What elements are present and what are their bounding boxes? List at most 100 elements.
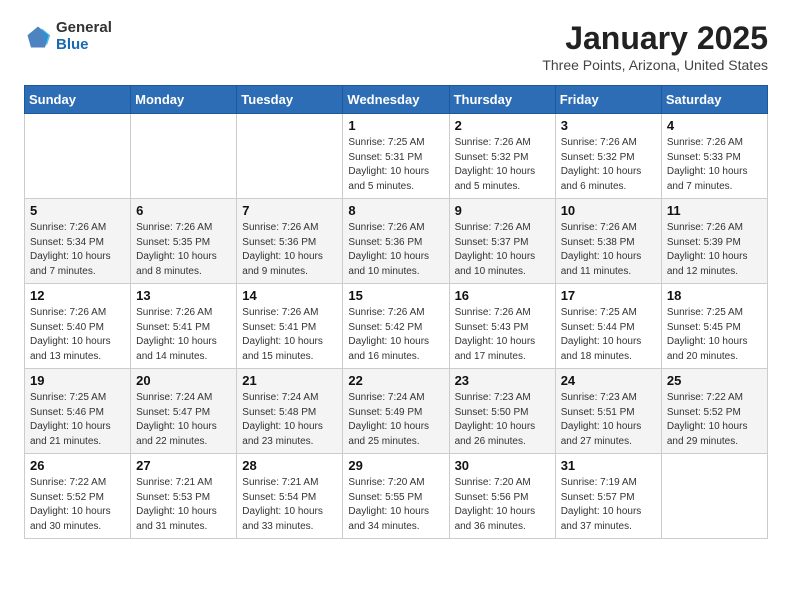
day-info: Sunrise: 7:23 AMSunset: 5:51 PMDaylight:…	[561, 391, 656, 449]
day-info: Sunrise: 7:26 AMSunset: 5:35 PMDaylight:…	[136, 221, 231, 279]
calendar-cell: 16 Sunrise: 7:26 AMSunset: 5:43 PMDayligh…	[449, 284, 555, 369]
day-number: 23	[455, 373, 550, 388]
calendar-cell: 13 Sunrise: 7:26 AMSunset: 5:41 PMDayligh…	[131, 284, 237, 369]
day-info: Sunrise: 7:26 AMSunset: 5:40 PMDaylight:…	[30, 306, 125, 364]
logo-general-text: General	[56, 20, 112, 37]
day-info: Sunrise: 7:20 AMSunset: 5:56 PMDaylight:…	[455, 476, 550, 534]
day-info: Sunrise: 7:26 AMSunset: 5:38 PMDaylight:…	[561, 221, 656, 279]
calendar-week-3: 12 Sunrise: 7:26 AMSunset: 5:40 PMDayligh…	[25, 284, 768, 369]
day-number: 13	[136, 288, 231, 303]
day-info: Sunrise: 7:26 AMSunset: 5:41 PMDaylight:…	[242, 306, 337, 364]
day-number: 2	[455, 118, 550, 133]
day-number: 16	[455, 288, 550, 303]
calendar-cell: 6 Sunrise: 7:26 AMSunset: 5:35 PMDaylight…	[131, 199, 237, 284]
calendar-cell: 19 Sunrise: 7:25 AMSunset: 5:46 PMDayligh…	[25, 369, 131, 454]
calendar-cell: 1 Sunrise: 7:25 AMSunset: 5:31 PMDaylight…	[343, 114, 449, 199]
day-info: Sunrise: 7:24 AMSunset: 5:49 PMDaylight:…	[348, 391, 443, 449]
day-number: 22	[348, 373, 443, 388]
calendar-cell: 8 Sunrise: 7:26 AMSunset: 5:36 PMDaylight…	[343, 199, 449, 284]
calendar-cell: 20Sunrise: 7:24 AMSunset: 5:47 PMDayligh…	[131, 369, 237, 454]
day-number: 27	[136, 458, 231, 473]
day-number: 21	[242, 373, 337, 388]
day-number: 3	[561, 118, 656, 133]
day-number: 26	[30, 458, 125, 473]
day-info: Sunrise: 7:20 AMSunset: 5:55 PMDaylight:…	[348, 476, 443, 534]
day-number: 19	[30, 373, 125, 388]
calendar-cell: 23 Sunrise: 7:23 AMSunset: 5:50 PMDayligh…	[449, 369, 555, 454]
calendar-cell: 29 Sunrise: 7:20 AMSunset: 5:55 PMDayligh…	[343, 454, 449, 539]
weekday-header-thursday: Thursday	[449, 86, 555, 114]
calendar-cell: 14 Sunrise: 7:26 AMSunset: 5:41 PMDayligh…	[237, 284, 343, 369]
day-info: Sunrise: 7:26 AMSunset: 5:43 PMDaylight:…	[455, 306, 550, 364]
calendar-cell: 3 Sunrise: 7:26 AMSunset: 5:32 PMDaylight…	[555, 114, 661, 199]
day-number: 6	[136, 203, 231, 218]
location-label: Three Points, Arizona, United States	[542, 57, 768, 73]
day-number: 1	[348, 118, 443, 133]
calendar-cell: 24 Sunrise: 7:23 AMSunset: 5:51 PMDayligh…	[555, 369, 661, 454]
calendar-cell: 5 Sunrise: 7:26 AMSunset: 5:34 PMDaylight…	[25, 199, 131, 284]
weekday-header-sunday: Sunday	[25, 86, 131, 114]
day-info: Sunrise: 7:26 AMSunset: 5:41 PMDaylight:…	[136, 306, 231, 364]
month-title: January 2025	[542, 20, 768, 57]
weekday-header-friday: Friday	[555, 86, 661, 114]
day-info: Sunrise: 7:22 AMSunset: 5:52 PMDaylight:…	[30, 476, 125, 534]
day-info: Sunrise: 7:25 AMSunset: 5:44 PMDaylight:…	[561, 306, 656, 364]
calendar-table: SundayMondayTuesdayWednesdayThursdayFrid…	[24, 85, 768, 539]
day-info: Sunrise: 7:26 AMSunset: 5:36 PMDaylight:…	[348, 221, 443, 279]
calendar-week-2: 5 Sunrise: 7:26 AMSunset: 5:34 PMDaylight…	[25, 199, 768, 284]
day-number: 12	[30, 288, 125, 303]
day-number: 14	[242, 288, 337, 303]
day-info: Sunrise: 7:26 AMSunset: 5:42 PMDaylight:…	[348, 306, 443, 364]
day-info: Sunrise: 7:24 AMSunset: 5:47 PMDaylight:…	[136, 391, 231, 449]
day-number: 9	[455, 203, 550, 218]
weekday-header-tuesday: Tuesday	[237, 86, 343, 114]
weekday-header-monday: Monday	[131, 86, 237, 114]
day-info: Sunrise: 7:25 AMSunset: 5:46 PMDaylight:…	[30, 391, 125, 449]
calendar-cell: 21 Sunrise: 7:24 AMSunset: 5:48 PMDayligh…	[237, 369, 343, 454]
calendar-cell: 10Sunrise: 7:26 AMSunset: 5:38 PMDayligh…	[555, 199, 661, 284]
day-info: Sunrise: 7:22 AMSunset: 5:52 PMDaylight:…	[667, 391, 762, 449]
calendar-cell: 22 Sunrise: 7:24 AMSunset: 5:49 PMDayligh…	[343, 369, 449, 454]
calendar-cell: 30Sunrise: 7:20 AMSunset: 5:56 PMDayligh…	[449, 454, 555, 539]
logo-text: General Blue	[56, 20, 112, 53]
day-info: Sunrise: 7:21 AMSunset: 5:53 PMDaylight:…	[136, 476, 231, 534]
day-number: 29	[348, 458, 443, 473]
day-info: Sunrise: 7:24 AMSunset: 5:48 PMDaylight:…	[242, 391, 337, 449]
calendar-cell	[237, 114, 343, 199]
calendar-cell	[25, 114, 131, 199]
calendar-cell	[131, 114, 237, 199]
day-number: 8	[348, 203, 443, 218]
day-info: Sunrise: 7:23 AMSunset: 5:50 PMDaylight:…	[455, 391, 550, 449]
day-number: 7	[242, 203, 337, 218]
day-info: Sunrise: 7:26 AMSunset: 5:39 PMDaylight:…	[667, 221, 762, 279]
calendar-cell: 2 Sunrise: 7:26 AMSunset: 5:32 PMDaylight…	[449, 114, 555, 199]
day-number: 28	[242, 458, 337, 473]
day-number: 18	[667, 288, 762, 303]
day-number: 24	[561, 373, 656, 388]
logo: General Blue	[24, 20, 112, 53]
weekday-header-wednesday: Wednesday	[343, 86, 449, 114]
calendar-cell: 26 Sunrise: 7:22 AMSunset: 5:52 PMDayligh…	[25, 454, 131, 539]
logo-blue-text: Blue	[56, 37, 112, 54]
calendar-cell: 31Sunrise: 7:19 AMSunset: 5:57 PMDayligh…	[555, 454, 661, 539]
calendar-cell: 25 Sunrise: 7:22 AMSunset: 5:52 PMDayligh…	[661, 369, 767, 454]
title-block: January 2025 Three Points, Arizona, Unit…	[542, 20, 768, 73]
day-number: 31	[561, 458, 656, 473]
calendar-cell: 7 Sunrise: 7:26 AMSunset: 5:36 PMDaylight…	[237, 199, 343, 284]
page: General Blue January 2025 Three Points, …	[0, 0, 792, 555]
day-info: Sunrise: 7:26 AMSunset: 5:32 PMDaylight:…	[455, 136, 550, 194]
day-number: 25	[667, 373, 762, 388]
day-number: 4	[667, 118, 762, 133]
calendar-cell: 28Sunrise: 7:21 AMSunset: 5:54 PMDayligh…	[237, 454, 343, 539]
day-info: Sunrise: 7:26 AMSunset: 5:32 PMDaylight:…	[561, 136, 656, 194]
calendar-week-1: 1 Sunrise: 7:25 AMSunset: 5:31 PMDaylight…	[25, 114, 768, 199]
calendar-week-5: 26 Sunrise: 7:22 AMSunset: 5:52 PMDayligh…	[25, 454, 768, 539]
header: General Blue January 2025 Three Points, …	[24, 20, 768, 73]
day-number: 5	[30, 203, 125, 218]
calendar-cell: 18Sunrise: 7:25 AMSunset: 5:45 PMDayligh…	[661, 284, 767, 369]
calendar-cell: 11Sunrise: 7:26 AMSunset: 5:39 PMDayligh…	[661, 199, 767, 284]
calendar-cell: 27 Sunrise: 7:21 AMSunset: 5:53 PMDayligh…	[131, 454, 237, 539]
day-info: Sunrise: 7:26 AMSunset: 5:36 PMDaylight:…	[242, 221, 337, 279]
day-info: Sunrise: 7:26 AMSunset: 5:34 PMDaylight:…	[30, 221, 125, 279]
day-info: Sunrise: 7:25 AMSunset: 5:31 PMDaylight:…	[348, 136, 443, 194]
